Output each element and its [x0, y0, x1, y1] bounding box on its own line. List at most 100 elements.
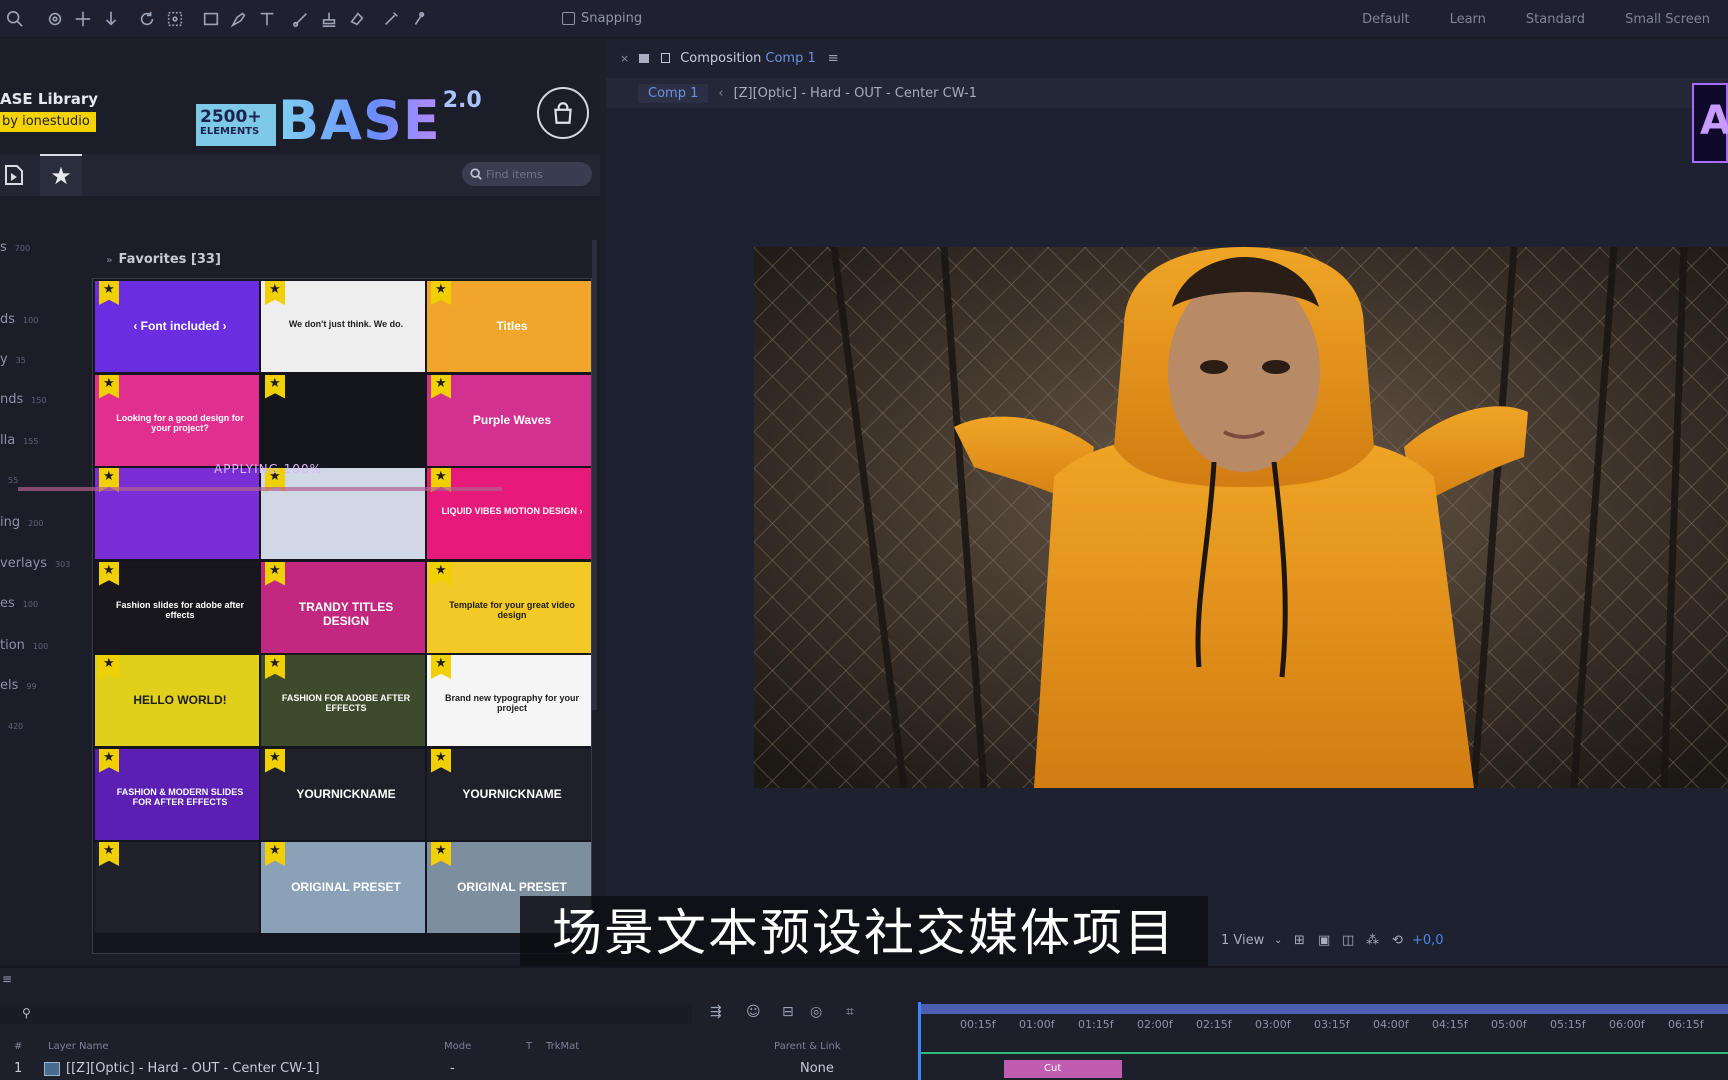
draft-3d-icon[interactable]: ⇶: [710, 1004, 722, 1020]
rotate-tool-icon[interactable]: [134, 6, 160, 32]
puppet-pin-tool-icon[interactable]: [406, 6, 432, 32]
breadcrumb-layer[interactable]: [Z][Optic] - Hard - OUT - Center CW-1: [734, 86, 977, 101]
workspace-default[interactable]: Default: [1362, 12, 1410, 27]
favorite-star-icon[interactable]: [431, 374, 451, 399]
view-layout-chevron-icon[interactable]: ⌄: [1274, 935, 1282, 946]
workspace-small-screen[interactable]: Small Screen: [1625, 12, 1710, 27]
template-tile[interactable]: TRANDY TITLES DESIGN: [261, 561, 425, 653]
workspace-standard[interactable]: Standard: [1526, 12, 1585, 27]
breadcrumb-comp[interactable]: Comp 1: [638, 83, 709, 103]
zoom-tool-icon[interactable]: [2, 6, 28, 32]
favorite-star-icon[interactable]: [431, 748, 451, 773]
panel-menu-icon[interactable]: ≡: [828, 51, 839, 66]
library-scrollbar[interactable]: [592, 240, 597, 710]
dolly-tool-icon[interactable]: [98, 6, 124, 32]
orbit-tool-icon[interactable]: [42, 6, 68, 32]
composition-tab[interactable]: × Composition Comp 1 ≡: [620, 47, 839, 69]
favorites-header[interactable]: » Favorites [33]: [106, 252, 221, 267]
brush-tool-icon[interactable]: [288, 6, 314, 32]
tab-templates[interactable]: [0, 154, 28, 196]
template-tile[interactable]: [261, 468, 425, 559]
template-tile[interactable]: LIQUID VIBES MOTION DESIGN ›: [427, 468, 591, 559]
template-tile[interactable]: FASHION & MODERN SLIDES FOR AFTER EFFECT…: [95, 748, 259, 840]
favorite-star-icon[interactable]: [265, 748, 285, 773]
favorite-star-icon[interactable]: [431, 281, 451, 305]
snapping-toggle[interactable]: Snapping: [562, 11, 642, 26]
favorite-star-icon[interactable]: [431, 842, 451, 866]
template-tile[interactable]: Purple Waves: [427, 374, 591, 466]
layer-row[interactable]: 1 [[Z][Optic] - Hard - OUT - Center CW-1…: [0, 1056, 920, 1080]
graph-editor-icon[interactable]: ⌗: [846, 1004, 854, 1020]
category-item[interactable]: ds 100: [0, 312, 38, 327]
toggle-view-icon[interactable]: ⊞: [1294, 933, 1305, 948]
frame-blending-icon[interactable]: ⊟: [782, 1004, 794, 1020]
template-tile[interactable]: ORIGINAL PRESET: [261, 842, 425, 933]
pen-tool-icon[interactable]: [226, 6, 252, 32]
view-layout-select[interactable]: 1 View: [1221, 933, 1264, 948]
category-item[interactable]: lla 155: [0, 433, 38, 448]
favorite-star-icon[interactable]: [265, 374, 285, 399]
close-icon[interactable]: ×: [620, 52, 629, 65]
timeline-search-input[interactable]: ⚲: [0, 1004, 692, 1024]
template-tile[interactable]: Looking for a good design for your proje…: [95, 374, 259, 466]
layer-parent-select[interactable]: None: [800, 1061, 834, 1076]
layer-clip-bar[interactable]: Cut: [1004, 1060, 1122, 1078]
template-tile[interactable]: FASHION FOR ADOBE AFTER EFFECTS: [261, 655, 425, 746]
tab-favorites[interactable]: ★: [40, 154, 82, 196]
snapshot-icon[interactable]: ◫: [1342, 933, 1354, 948]
category-item[interactable]: y 35: [0, 352, 26, 367]
roto-brush-tool-icon[interactable]: [378, 6, 404, 32]
template-tile[interactable]: YOURNICKNAME: [427, 748, 591, 840]
template-tile[interactable]: Fashion slides for adobe after effects: [95, 561, 259, 653]
grid-icon[interactable]: ▣: [1318, 933, 1330, 948]
shy-layers-icon[interactable]: ☺: [746, 1004, 761, 1020]
favorite-star-icon[interactable]: [99, 842, 119, 866]
favorite-star-icon[interactable]: [99, 281, 119, 305]
timeline-ruler[interactable]: 00:15f 01:00f 01:15f 02:00f 02:15f 03:00f 03:1…: [920, 1004, 1728, 1078]
reset-exposure-icon[interactable]: ⟲: [1392, 933, 1403, 948]
template-tile[interactable]: [95, 842, 259, 933]
playhead[interactable]: [918, 1002, 921, 1080]
type-tool-icon[interactable]: [254, 6, 280, 32]
layer-mode[interactable]: -: [450, 1061, 455, 1076]
timeline-menu-icon[interactable]: ≡: [2, 972, 12, 986]
category-item[interactable]: es 100: [0, 596, 38, 611]
template-tile[interactable]: YOURNICKNAME: [261, 748, 425, 840]
anchor-tool-icon[interactable]: [162, 6, 188, 32]
template-tile[interactable]: Template for your great video design: [427, 561, 591, 653]
template-tile[interactable]: Brand new typography for your project: [427, 655, 591, 746]
channels-icon[interactable]: ⁂: [1366, 933, 1379, 948]
template-tile[interactable]: [95, 468, 259, 559]
favorite-star-icon[interactable]: [431, 655, 451, 679]
eraser-tool-icon[interactable]: [344, 6, 370, 32]
category-item[interactable]: 420: [0, 718, 23, 733]
template-tile[interactable]: Titles: [427, 281, 591, 372]
favorite-star-icon[interactable]: [265, 655, 285, 679]
favorite-star-icon[interactable]: [265, 561, 285, 586]
category-item[interactable]: els 99: [0, 678, 37, 693]
clone-stamp-tool-icon[interactable]: [316, 6, 342, 32]
category-item[interactable]: s 700: [0, 240, 30, 255]
library-search-input[interactable]: Find items: [462, 162, 592, 186]
category-item[interactable]: ing 200: [0, 515, 43, 530]
snapping-checkbox[interactable]: [562, 12, 575, 25]
favorite-star-icon[interactable]: [99, 561, 119, 586]
category-item[interactable]: 55: [0, 472, 18, 487]
lock-icon[interactable]: [661, 53, 671, 63]
exposure-value[interactable]: +0,0: [1412, 933, 1444, 948]
layer-name[interactable]: [[Z][Optic] - Hard - OUT - Center CW-1]: [66, 1061, 320, 1076]
rectangle-tool-icon[interactable]: [198, 6, 224, 32]
template-tile[interactable]: HELLO WORLD!: [95, 655, 259, 746]
shop-bag-button[interactable]: [537, 87, 589, 139]
motion-blur-icon[interactable]: ◎: [810, 1004, 822, 1020]
favorite-star-icon[interactable]: [99, 748, 119, 773]
pan-tool-icon[interactable]: [70, 6, 96, 32]
category-item[interactable]: tion 100: [0, 638, 48, 653]
breadcrumb-arrow-icon[interactable]: ‹: [718, 86, 723, 101]
composition-viewer[interactable]: [754, 247, 1728, 788]
favorite-star-icon[interactable]: [265, 842, 285, 866]
workspace-learn[interactable]: Learn: [1450, 12, 1486, 27]
col-layer-name[interactable]: Layer Name: [48, 1041, 109, 1052]
template-tile[interactable]: [261, 374, 425, 466]
category-item[interactable]: nds 150: [0, 392, 47, 407]
